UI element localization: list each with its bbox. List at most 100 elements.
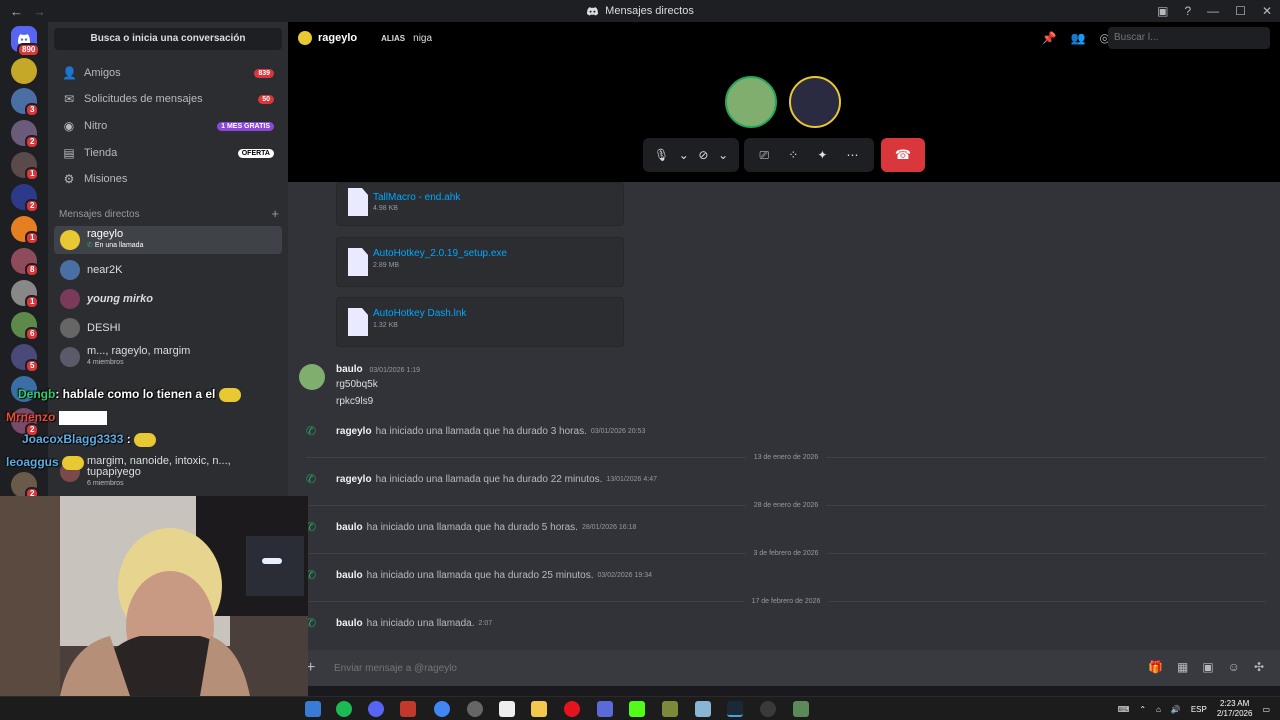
- camera-off-icon[interactable]: ⊘: [698, 148, 708, 162]
- app-icon-5[interactable]: [597, 701, 613, 717]
- app-icon-6[interactable]: [662, 701, 678, 717]
- help-icon[interactable]: ?: [1184, 4, 1191, 18]
- shop-icon: ▤: [63, 146, 75, 160]
- sticker-icon[interactable]: ▣: [1202, 660, 1213, 674]
- dm-item-rageylo[interactable]: rageylo ✆ En una llamada: [54, 226, 282, 254]
- app-icon-2[interactable]: [400, 701, 416, 717]
- volume-icon[interactable]: 🔊: [1171, 705, 1181, 714]
- dm-item-group-2[interactable]: margim, nanoide, intoxic, n..., tupapiye…: [54, 455, 282, 487]
- apps-icon[interactable]: ✣: [1254, 660, 1264, 674]
- caller-name[interactable]: baulo: [336, 618, 363, 629]
- caller-name[interactable]: baulo: [336, 522, 363, 533]
- file-attachment[interactable]: AutoHotkey_2.0.19_setup.exe 2.89 MB: [336, 237, 624, 287]
- chrome-icon[interactable]: [434, 701, 450, 717]
- activities-icon[interactable]: ⁘: [788, 148, 798, 162]
- app-icon-4[interactable]: [499, 701, 515, 717]
- file-attachment[interactable]: TallMacro - end.ahk 4.98 KB: [336, 182, 624, 226]
- app-icon-3[interactable]: [467, 701, 483, 717]
- dm-item-deshi[interactable]: DESHI: [54, 314, 282, 342]
- server-icon-4[interactable]: 1: [11, 152, 40, 181]
- nav-label: Misiones: [84, 173, 128, 185]
- minimize-icon[interactable]: —: [1207, 4, 1219, 18]
- file-icon: [348, 188, 368, 216]
- soundboard-icon[interactable]: ✦: [817, 148, 827, 162]
- clock[interactable]: 2:23 AM 2/17/2026: [1217, 699, 1253, 719]
- divider-date: 3 de febrero de 2026: [753, 549, 819, 557]
- network-icon[interactable]: ⌂: [1156, 705, 1161, 714]
- nav-quests[interactable]: ⚙ Misiones: [54, 166, 282, 192]
- avatar[interactable]: [299, 364, 325, 390]
- call-text: ha iniciado una llamada que ha durado 5 …: [366, 521, 578, 533]
- pin-icon[interactable]: 📌: [1042, 31, 1057, 45]
- add-friends-to-dm-icon[interactable]: 👥: [1071, 31, 1086, 45]
- file-name[interactable]: AutoHotkey Dash.lnk: [373, 308, 466, 319]
- nav-shop[interactable]: ▤ Tienda OFERTA: [54, 140, 282, 166]
- create-dm-icon[interactable]: +: [271, 207, 279, 220]
- dm-name: rageylo: [87, 228, 124, 240]
- caller-name[interactable]: rageylo: [336, 426, 372, 437]
- settings-icon[interactable]: [760, 701, 776, 717]
- forward-arrow-icon[interactable]: →: [33, 4, 46, 19]
- more-icon[interactable]: ⋯: [846, 148, 858, 162]
- app-icon-1[interactable]: [305, 701, 321, 717]
- call-participant-avatar[interactable]: [789, 76, 841, 128]
- close-window-icon[interactable]: ✕: [1262, 4, 1272, 18]
- disconnect-call-button[interactable]: ☎: [881, 138, 925, 172]
- steam-icon[interactable]: [727, 701, 743, 717]
- nav-friends[interactable]: 👤 Amigos 839: [54, 60, 282, 86]
- gift-icon[interactable]: 🎁: [1148, 660, 1163, 674]
- server-icon-9[interactable]: 6: [11, 312, 40, 341]
- gif-icon[interactable]: ▦: [1177, 660, 1188, 674]
- file-explorer-icon[interactable]: [531, 701, 547, 717]
- screen-share-icon[interactable]: ⎚: [760, 148, 770, 163]
- windows-taskbar: ⌨ ⌃ ⌂ 🔊 ESP 2:23 AM 2/17/2026 ▭: [0, 696, 1280, 720]
- server-icon-2[interactable]: 3: [11, 88, 40, 117]
- discord-taskbar-icon[interactable]: [368, 701, 384, 717]
- emoji-icon[interactable]: ☺: [1228, 660, 1240, 674]
- app-icon-7[interactable]: [695, 701, 711, 717]
- server-icon-10[interactable]: 5: [11, 344, 40, 373]
- dm-item-young-mirko[interactable]: young mirko: [54, 285, 282, 313]
- call-participant-avatar[interactable]: [725, 76, 777, 128]
- member-count: 6 miembros: [87, 479, 124, 487]
- server-icon-6[interactable]: 1: [11, 216, 40, 245]
- dm-item-group-1[interactable]: m..., rageylo, margim 4 miembros: [54, 343, 282, 371]
- nav-nitro[interactable]: ◉ Nitro 1 MES GRATIS: [54, 113, 282, 139]
- avatar: [60, 289, 80, 309]
- language-indicator[interactable]: ESP: [1191, 705, 1207, 714]
- message-author[interactable]: baulo: [336, 364, 363, 375]
- server-icon-5[interactable]: 2: [11, 184, 40, 213]
- spotify-icon[interactable]: [336, 701, 352, 717]
- message-input[interactable]: [334, 659, 934, 677]
- caller-name[interactable]: rageylo: [336, 474, 372, 485]
- server-icon-3[interactable]: 2: [11, 120, 40, 149]
- chevron-down-icon[interactable]: ⌄: [679, 148, 689, 162]
- search-input[interactable]: [1108, 27, 1270, 49]
- nav-message-requests[interactable]: ✉ Solicitudes de mensajes 50: [54, 86, 282, 112]
- opera-icon[interactable]: [564, 701, 580, 717]
- kick-icon[interactable]: [629, 701, 645, 717]
- server-badge: 2: [25, 135, 40, 149]
- inbox-icon[interactable]: ▣: [1157, 4, 1168, 18]
- microphone-icon[interactable]: 🎙: [654, 148, 669, 162]
- maximize-icon[interactable]: ☐: [1235, 4, 1246, 18]
- keyboard-icon[interactable]: ⌨: [1118, 705, 1130, 714]
- dm-status: ✆ En una llamada: [87, 240, 143, 251]
- back-arrow-icon[interactable]: ←: [10, 4, 23, 19]
- file-name[interactable]: TallMacro - end.ahk: [373, 192, 460, 203]
- server-icon-13[interactable]: 2: [11, 472, 40, 501]
- dm-home-button[interactable]: 890: [11, 26, 41, 57]
- date-divider: 17 de febrero de 2026: [306, 595, 1267, 607]
- tray-expand-icon[interactable]: ⌃: [1139, 705, 1146, 714]
- file-attachment[interactable]: AutoHotkey Dash.lnk 1.32 KB: [336, 297, 624, 347]
- file-name[interactable]: AutoHotkey_2.0.19_setup.exe: [373, 248, 507, 259]
- find-conversation-button[interactable]: Busca o inicia una conversación: [54, 28, 282, 50]
- server-icon-7[interactable]: 8: [11, 248, 40, 277]
- caller-name[interactable]: baulo: [336, 570, 363, 581]
- chevron-down-icon[interactable]: ⌄: [718, 148, 728, 162]
- app-icon-8[interactable]: [793, 701, 809, 717]
- notifications-icon[interactable]: ▭: [1262, 705, 1270, 714]
- dm-item-near2k[interactable]: near2K: [54, 256, 282, 284]
- server-icon-8[interactable]: 1: [11, 280, 40, 309]
- server-icon-1[interactable]: [11, 58, 37, 84]
